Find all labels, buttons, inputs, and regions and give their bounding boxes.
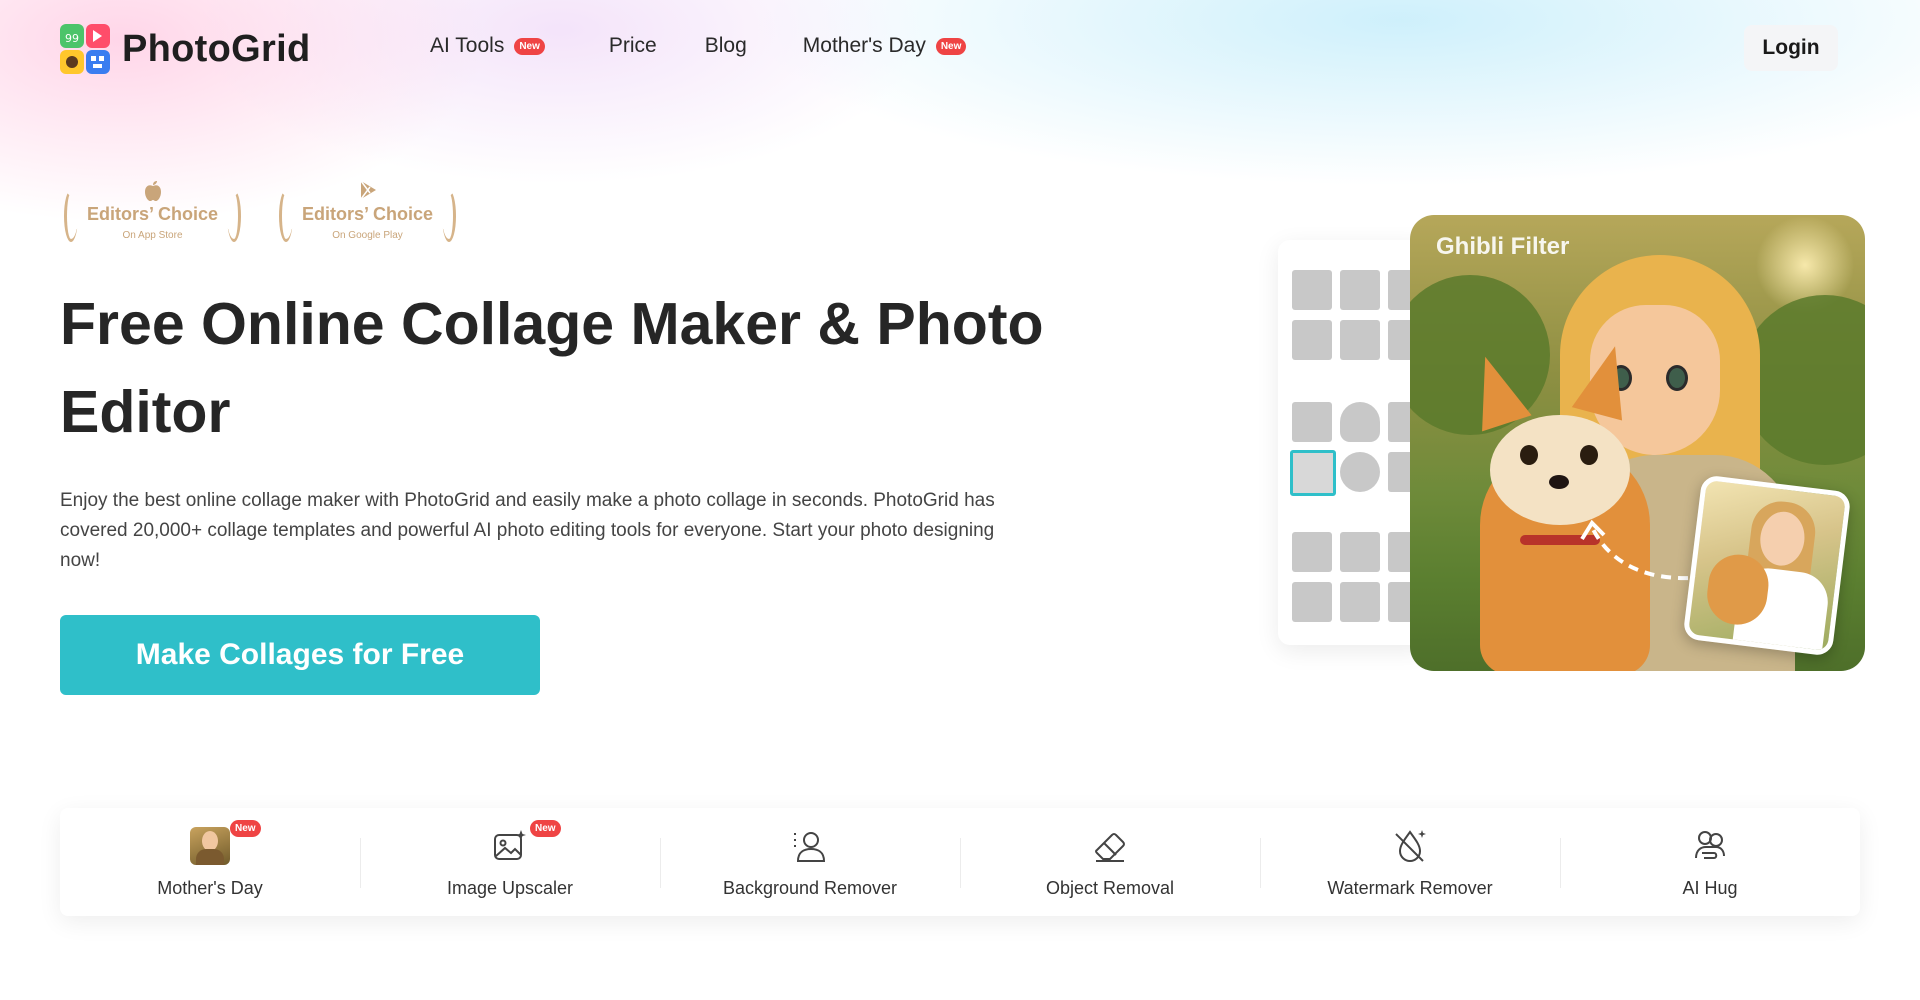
tools-bar: New Mother's Day New Image Upscaler Back… bbox=[60, 808, 1860, 916]
person-cutout-icon bbox=[790, 826, 830, 866]
login-button[interactable]: Login bbox=[1744, 25, 1838, 71]
collage-template-panel bbox=[1278, 240, 1428, 645]
dog-eye-shape bbox=[1580, 445, 1598, 465]
nav-mothers-day-label: Mother's Day bbox=[802, 34, 926, 57]
dog-nose-shape bbox=[1549, 475, 1569, 489]
eye-shape bbox=[1666, 365, 1688, 391]
laurel-right-icon bbox=[442, 190, 456, 242]
template-thumbnail[interactable] bbox=[1340, 452, 1380, 492]
site-header: 99 PhotoGrid AI Tools New Price Blog Mot… bbox=[0, 0, 1920, 96]
tool-label: Background Remover bbox=[722, 877, 898, 898]
image-upscale-icon bbox=[490, 826, 530, 866]
template-thumbnail[interactable] bbox=[1292, 582, 1332, 622]
google-play-icon bbox=[275, 180, 460, 204]
tool-mothers-day[interactable]: New Mother's Day bbox=[60, 808, 360, 916]
tool-label: Object Removal bbox=[1045, 877, 1175, 898]
new-badge: New bbox=[935, 37, 967, 55]
award-subtitle: On Google Play bbox=[332, 230, 403, 241]
new-badge: New bbox=[230, 820, 261, 837]
tool-image-upscaler[interactable]: New Image Upscaler bbox=[360, 808, 660, 916]
award-app-store: Editors’ Choice On App Store bbox=[60, 180, 245, 252]
ghibli-filter-label: Ghibli Filter bbox=[1436, 233, 1570, 260]
ghibli-filter-preview: Ghibli Filter bbox=[1410, 215, 1865, 671]
nav-blog-label: Blog bbox=[704, 34, 747, 57]
hero-title: Free Online Collage Maker & Photo Editor bbox=[60, 291, 1044, 445]
award-google-play: Editors’ Choice On Google Play bbox=[275, 180, 460, 252]
dog-face-shape bbox=[1490, 415, 1630, 525]
nav-price[interactable]: Price bbox=[609, 34, 657, 58]
template-thumbnail[interactable] bbox=[1292, 532, 1332, 572]
tool-watermark-remover[interactable]: Watermark Remover bbox=[1260, 808, 1560, 916]
mothers-day-thumbnail bbox=[190, 826, 230, 866]
template-thumbnail[interactable] bbox=[1340, 532, 1380, 572]
laurel-left-icon bbox=[64, 190, 78, 242]
selected-template-thumbnail[interactable] bbox=[1290, 450, 1336, 496]
logo[interactable]: 99 PhotoGrid bbox=[60, 24, 310, 74]
new-badge: New bbox=[530, 820, 561, 837]
award-subtitle: On App Store bbox=[122, 230, 183, 241]
template-thumbnail[interactable] bbox=[1340, 582, 1380, 622]
award-title: Editors’ Choice bbox=[301, 204, 434, 224]
tool-label: Mother's Day bbox=[157, 877, 263, 898]
drop-off-icon bbox=[1390, 826, 1430, 866]
tool-background-remover[interactable]: Background Remover bbox=[660, 808, 960, 916]
logo-text: PhotoGrid bbox=[122, 27, 311, 70]
awards-row: Editors’ Choice On App Store Editors’ Ch… bbox=[60, 180, 460, 252]
make-collages-button[interactable]: Make Collages for Free bbox=[60, 615, 540, 695]
hug-icon bbox=[1690, 826, 1730, 866]
tool-object-removal[interactable]: Object Removal bbox=[960, 808, 1260, 916]
tool-label: Image Upscaler bbox=[446, 877, 574, 898]
photogrid-logo-icon: 99 bbox=[60, 24, 110, 74]
nav-mothers-day[interactable]: Mother's Day New bbox=[803, 34, 967, 58]
template-thumbnail[interactable] bbox=[1292, 402, 1332, 442]
hero-description: Enjoy the best online collage maker with… bbox=[60, 490, 995, 571]
award-title: Editors’ Choice bbox=[86, 204, 219, 224]
svg-text:99: 99 bbox=[65, 32, 79, 45]
main-nav: AI Tools New Price Blog Mother's Day New bbox=[430, 34, 967, 58]
laurel-right-icon bbox=[227, 190, 241, 242]
template-thumbnail[interactable] bbox=[1340, 320, 1380, 360]
laurel-left-icon bbox=[279, 190, 293, 242]
template-thumbnail[interactable] bbox=[1340, 270, 1380, 310]
nav-ai-tools-label: AI Tools bbox=[430, 34, 505, 57]
nav-price-label: Price bbox=[608, 34, 657, 57]
tool-label: Watermark Remover bbox=[1327, 877, 1493, 898]
heart-template-icon[interactable] bbox=[1340, 402, 1380, 442]
template-thumbnail[interactable] bbox=[1292, 320, 1332, 360]
tool-ai-hug[interactable]: AI Hug bbox=[1560, 808, 1860, 916]
nav-blog[interactable]: Blog bbox=[705, 34, 747, 58]
eraser-icon bbox=[1090, 826, 1130, 866]
new-badge: New bbox=[514, 37, 545, 55]
nav-ai-tools[interactable]: AI Tools New bbox=[430, 34, 545, 58]
dog-eye-shape bbox=[1520, 445, 1538, 465]
template-thumbnail[interactable] bbox=[1292, 270, 1332, 310]
tool-label: AI Hug bbox=[1682, 877, 1738, 898]
apple-icon bbox=[60, 180, 245, 204]
original-photo-inset bbox=[1682, 474, 1852, 657]
